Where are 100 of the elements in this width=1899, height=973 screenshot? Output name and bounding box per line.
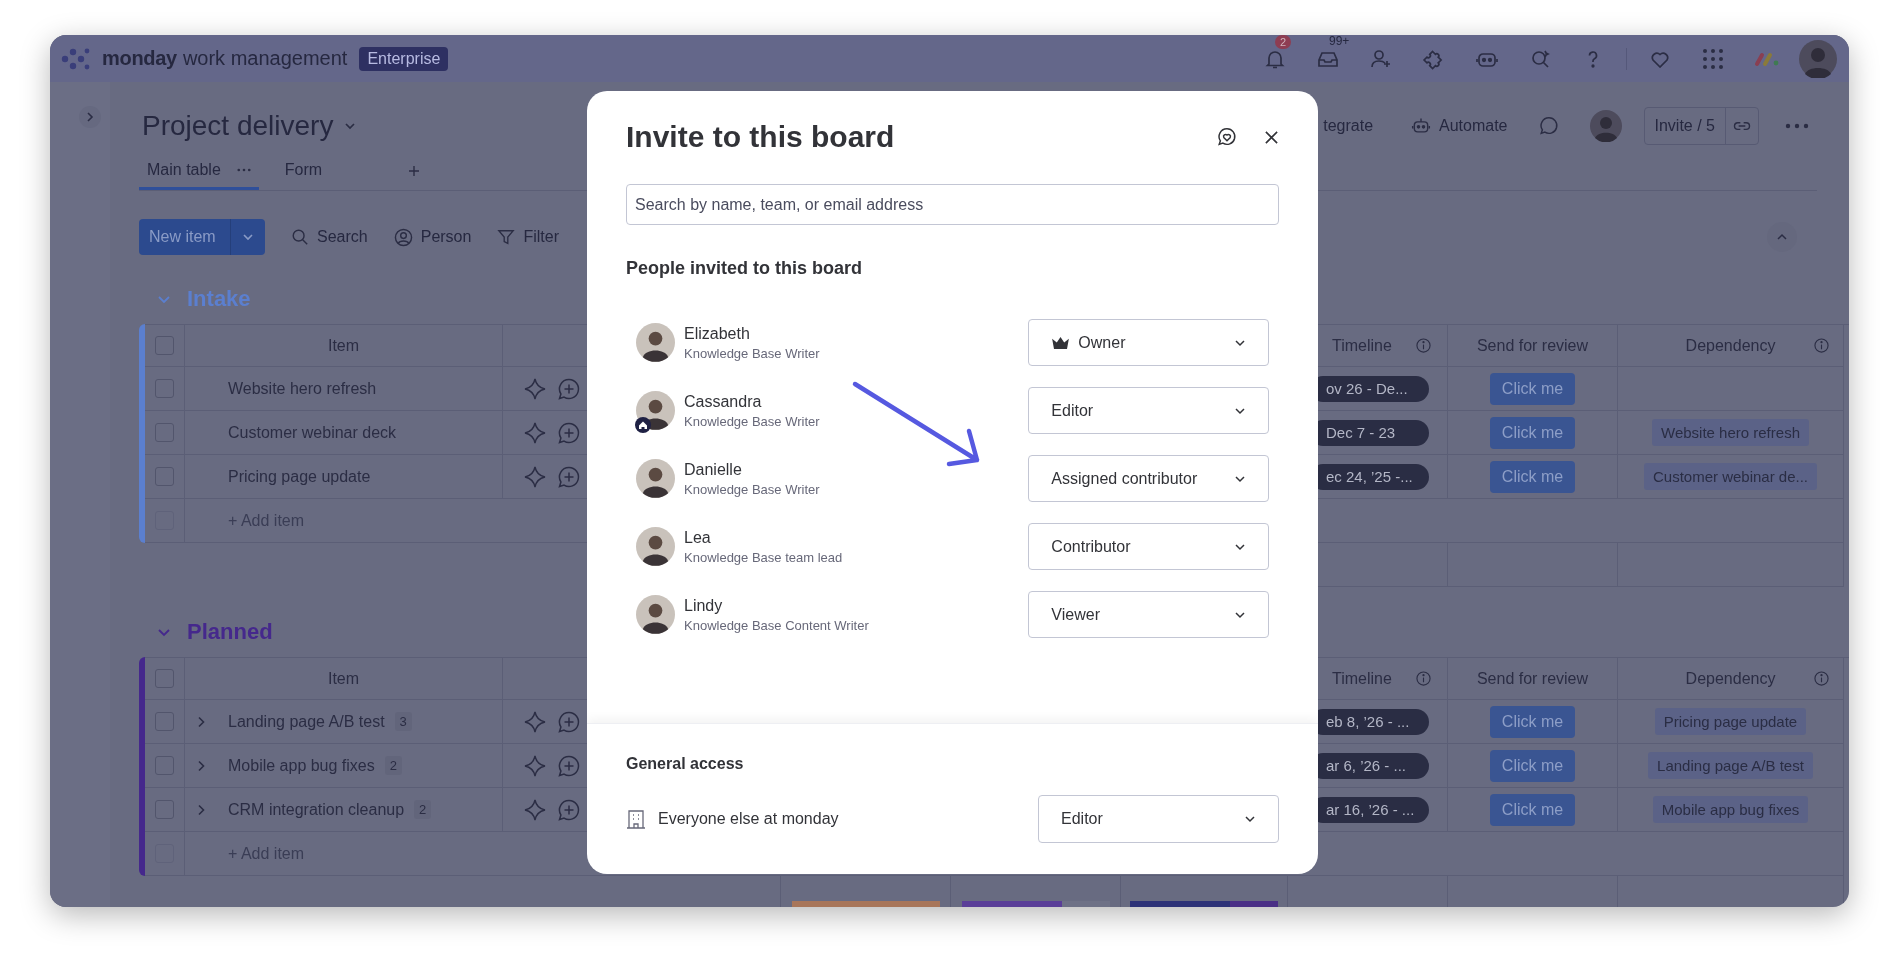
sparkle-icon[interactable] xyxy=(523,797,547,822)
person-name: Lindy xyxy=(684,596,724,615)
expand-sidebar-button[interactable] xyxy=(79,106,101,128)
add-update-icon[interactable] xyxy=(557,797,581,822)
notification-count: 2 xyxy=(1275,35,1292,49)
item-name[interactable]: CRM integration cleanup xyxy=(228,800,405,819)
column-header: Timeline xyxy=(1332,669,1392,688)
add-update-icon[interactable] xyxy=(557,753,581,778)
building-icon xyxy=(626,809,646,829)
apps-grid-icon[interactable] xyxy=(1701,46,1725,71)
send-for-review-button[interactable]: Click me xyxy=(1490,793,1575,826)
automate-link[interactable]: Automate xyxy=(1439,117,1508,135)
more-icon[interactable] xyxy=(1785,122,1809,130)
sparkle-icon[interactable] xyxy=(523,464,547,489)
item-name[interactable]: Mobile app bug fixes xyxy=(228,756,375,775)
new-item-button[interactable]: New item xyxy=(139,219,265,255)
column-header: Send for review xyxy=(1476,336,1589,355)
item-name[interactable]: Pricing page update xyxy=(228,467,371,486)
dependency-tag[interactable]: Pricing page update xyxy=(1654,708,1807,735)
add-update-icon[interactable] xyxy=(557,420,581,445)
send-for-review-button[interactable]: Click me xyxy=(1490,749,1575,782)
board-title[interactable]: Project delivery xyxy=(142,110,334,142)
avatar xyxy=(636,527,675,566)
group-title[interactable]: Planned xyxy=(187,619,273,645)
item-name[interactable]: Landing page A/B test xyxy=(228,712,385,731)
feedback-heart-icon[interactable] xyxy=(1216,126,1238,148)
plan-badge: Enterprise xyxy=(359,46,449,71)
filter-icon[interactable] xyxy=(497,228,516,246)
inbox-count: 99+ xyxy=(1329,35,1350,48)
item-name[interactable]: Customer webinar deck xyxy=(228,423,397,442)
view-tab[interactable]: Main table xyxy=(139,152,259,190)
filter-button[interactable]: Filter xyxy=(497,228,559,246)
person-icon[interactable] xyxy=(393,227,413,247)
column-header: Item xyxy=(327,669,360,688)
add-update-icon[interactable] xyxy=(557,709,581,734)
search-icon[interactable] xyxy=(291,228,309,246)
person-name: Cassandra xyxy=(684,392,763,411)
dependency-tag[interactable]: Mobile app bug fixes xyxy=(1652,796,1809,823)
brand-name: monday xyxy=(102,47,177,70)
add-view-icon[interactable] xyxy=(408,165,421,177)
section-heading: People invited to this board xyxy=(626,258,864,279)
permission-dropdown[interactable]: Assigned contributor xyxy=(1028,455,1269,502)
person-name: Elizabeth xyxy=(684,324,751,343)
column-header: Dependency xyxy=(1685,336,1776,355)
person-role: Knowledge Base Writer xyxy=(684,413,821,429)
add-update-icon[interactable] xyxy=(557,464,581,489)
item-name[interactable]: Website hero refresh xyxy=(228,379,377,398)
chat-bubble-icon[interactable] xyxy=(1537,115,1560,137)
search-button[interactable]: Search xyxy=(291,228,368,246)
column-header: Timeline xyxy=(1332,336,1392,355)
avatar xyxy=(636,323,675,362)
robot-icon[interactable] xyxy=(1411,116,1432,136)
person-filter-button[interactable]: Person xyxy=(393,227,472,247)
column-header: Item xyxy=(327,336,360,355)
sparkle-icon[interactable] xyxy=(523,753,547,778)
product-name: work management xyxy=(182,47,348,70)
subitem-count: 2 xyxy=(384,756,402,775)
info-icon[interactable] xyxy=(1814,338,1829,353)
search-field[interactable]: Search by name, team, or email address xyxy=(626,184,1279,225)
column-header: Send for review xyxy=(1476,669,1589,688)
person-role: Knowledge Base Writer xyxy=(684,481,821,497)
more-icon[interactable] xyxy=(236,167,251,172)
column-header: Dependency xyxy=(1685,669,1776,688)
subitem-count: 2 xyxy=(414,800,432,819)
caret-icon[interactable] xyxy=(1244,813,1256,825)
send-for-review-button[interactable]: Click me xyxy=(1490,372,1575,405)
integrate-link[interactable]: tegrate xyxy=(1323,117,1374,135)
section-heading: General access xyxy=(626,755,745,773)
permission-dropdown[interactable]: Editor xyxy=(1038,795,1279,843)
permission-dropdown[interactable]: Contributor xyxy=(1028,523,1269,570)
sparkle-icon[interactable] xyxy=(523,376,547,401)
person-name: Lea xyxy=(684,528,712,547)
member-avatar[interactable] xyxy=(1589,110,1622,142)
subitem-count: 3 xyxy=(394,712,412,731)
product-logo-icon[interactable] xyxy=(1754,50,1780,67)
send-for-review-button[interactable]: Click me xyxy=(1490,705,1575,738)
send-for-review-button[interactable]: Click me xyxy=(1490,460,1575,493)
person-role: Knowledge Base team lead xyxy=(684,549,844,565)
info-icon[interactable] xyxy=(1416,338,1431,353)
sparkle-icon[interactable] xyxy=(523,709,547,734)
close-icon[interactable] xyxy=(1264,129,1279,145)
dependency-tag[interactable]: Customer webinar de... xyxy=(1643,463,1818,490)
info-icon[interactable] xyxy=(1814,671,1829,686)
avatar xyxy=(636,459,675,498)
send-for-review-button[interactable]: Click me xyxy=(1490,416,1575,449)
permission-dropdown[interactable]: Viewer xyxy=(1028,591,1269,638)
person-role: Knowledge Base Content Writer xyxy=(684,617,870,633)
add-update-icon[interactable] xyxy=(557,376,581,401)
dependency-tag[interactable]: Landing page A/B test xyxy=(1648,752,1813,779)
info-icon[interactable] xyxy=(1416,671,1431,686)
view-tab[interactable]: Form xyxy=(276,152,331,190)
dialog-title: Invite to this board xyxy=(626,120,896,154)
chevron-right-icon[interactable] xyxy=(84,111,96,123)
dependency-tag[interactable]: Website hero refresh xyxy=(1652,419,1809,446)
permission-dropdown[interactable]: Editor xyxy=(1028,387,1269,434)
user-avatar[interactable] xyxy=(1799,39,1837,78)
logo-icon xyxy=(60,46,90,71)
sparkle-icon[interactable] xyxy=(523,420,547,445)
access-label: Everyone else at monday xyxy=(658,810,839,828)
permission-dropdown[interactable]: Owner xyxy=(1028,319,1269,366)
